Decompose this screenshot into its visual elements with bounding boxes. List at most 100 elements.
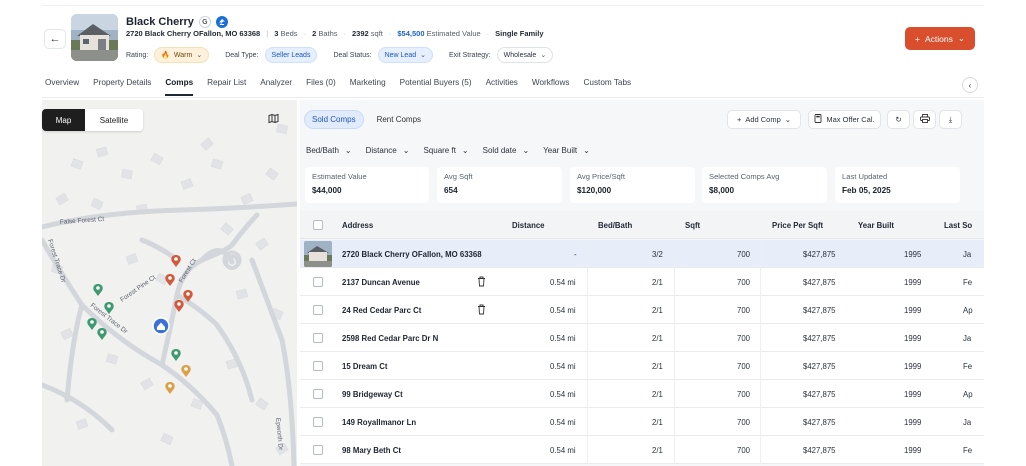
filter-bed-bath[interactable]: Bed/Bath ⌄ bbox=[306, 142, 352, 158]
table-row[interactable]: 15 Dream Ct 0.54 mi 2/1 700 $427,875 199… bbox=[300, 352, 984, 380]
title-row: Black Cherry G bbox=[126, 16, 228, 28]
calculator-icon bbox=[814, 114, 822, 125]
row-checkbox[interactable] bbox=[313, 445, 323, 455]
row-distance: - bbox=[574, 250, 577, 259]
property-title: Black Cherry bbox=[126, 16, 194, 28]
map-icon[interactable] bbox=[268, 113, 279, 127]
satellite-view-button[interactable]: Satellite bbox=[85, 109, 143, 131]
row-year-built: 1999 bbox=[904, 334, 922, 343]
top-divider bbox=[42, 5, 984, 6]
trash-icon[interactable] bbox=[477, 276, 487, 288]
row-address: 149 Royallmanor Ln bbox=[342, 418, 417, 427]
exit-strategy-select[interactable]: Wholesale ⌄ bbox=[496, 47, 554, 63]
exit-strategy-label: Exit Strategy: bbox=[449, 51, 491, 59]
table-row[interactable]: 2137 Duncan Avenue 0.54 mi 2/1 700 $427,… bbox=[300, 268, 984, 296]
table-row[interactable]: 2720 Black Cherry OFallon, MO 63368 - 3/… bbox=[300, 240, 984, 268]
row-checkbox[interactable] bbox=[313, 333, 323, 343]
trash-icon[interactable] bbox=[477, 304, 487, 316]
tab-activities[interactable]: Activities bbox=[486, 78, 518, 96]
table-row[interactable]: 98 Mary Beth Ct 0.54 mi 2/1 700 $427,875… bbox=[300, 436, 984, 464]
row-address: 24 Red Cedar Parc Ct bbox=[342, 306, 422, 315]
row-last-sold: Fe bbox=[963, 278, 973, 287]
table-row[interactable]: 99 Bridgeway Ct 0.54 mi 2/1 700 $427,875… bbox=[300, 380, 984, 408]
max-offer-button[interactable]: Max Offer Cal. bbox=[808, 110, 881, 129]
tabs-scroll-left-button[interactable]: ‹ bbox=[962, 77, 978, 93]
row-bed-bath: 2/1 bbox=[652, 334, 663, 343]
tab-overview[interactable]: Overview bbox=[45, 78, 79, 96]
tab-workflows[interactable]: Workflows bbox=[532, 78, 570, 96]
row-year-built: 1999 bbox=[904, 446, 922, 455]
deal-type-badge[interactable]: Seller Leads bbox=[264, 47, 318, 63]
row-distance: 0.54 mi bbox=[550, 446, 576, 455]
row-bed-bath: 2/1 bbox=[652, 446, 663, 455]
row-checkbox[interactable] bbox=[313, 417, 323, 427]
row-sqft: 700 bbox=[737, 446, 751, 455]
back-button[interactable]: ← bbox=[44, 29, 66, 49]
printer-icon bbox=[919, 114, 930, 125]
add-comp-button[interactable]: + Add Comp ⌄ bbox=[727, 110, 801, 129]
filter-sold-date[interactable]: Sold date ⌄ bbox=[483, 142, 530, 158]
col-last-sold[interactable]: Last So bbox=[944, 221, 972, 230]
rating-label: Rating: bbox=[126, 51, 149, 59]
tab-repair-list[interactable]: Repair List bbox=[207, 78, 246, 96]
chevron-down-icon: ⌄ bbox=[344, 145, 352, 155]
row-year-built: 1995 bbox=[904, 250, 922, 259]
table-row[interactable]: 24 Red Cedar Parc Ct 0.54 mi 2/1 700 $42… bbox=[300, 296, 984, 324]
download-button[interactable]: ⤓ bbox=[939, 110, 962, 129]
row-price-per-sqft: $427,875 bbox=[803, 278, 836, 287]
row-year-built: 1999 bbox=[904, 418, 922, 427]
print-button[interactable] bbox=[913, 110, 936, 129]
row-year-built: 1999 bbox=[904, 306, 922, 315]
row-checkbox[interactable] bbox=[313, 305, 323, 315]
row-distance: 0.54 mi bbox=[550, 418, 576, 427]
stat-avg-price-sqft: Avg Price/Sqft $120,000 bbox=[570, 167, 695, 203]
chevron-left-icon: ‹ bbox=[968, 80, 972, 90]
row-last-sold: Fe bbox=[963, 362, 973, 371]
table-row[interactable]: 149 Royallmanor Ln 0.54 mi 2/1 700 $427,… bbox=[300, 408, 984, 436]
sold-comps-tab[interactable]: Sold Comps bbox=[304, 110, 364, 129]
zillow-icon[interactable] bbox=[215, 16, 228, 28]
tab-potential-buyers[interactable]: Potential Buyers (5) bbox=[400, 78, 472, 96]
actions-button[interactable]: + Actions ⌄ bbox=[905, 27, 975, 50]
chevron-down-icon: ⌄ bbox=[196, 52, 203, 59]
row-checkbox[interactable] bbox=[313, 361, 323, 371]
tab-files[interactable]: Files (0) bbox=[306, 78, 336, 96]
refresh-button[interactable]: ↻ bbox=[887, 110, 910, 129]
google-icon[interactable]: G bbox=[198, 16, 211, 28]
col-sqft[interactable]: Sqft bbox=[685, 221, 700, 230]
filter-square-ft[interactable]: Square ft ⌄ bbox=[423, 142, 468, 158]
col-distance[interactable]: Distance bbox=[512, 221, 545, 230]
row-year-built: 1999 bbox=[904, 362, 922, 371]
tab-analyzer[interactable]: Analyzer bbox=[260, 78, 292, 96]
row-sqft: 700 bbox=[737, 250, 751, 259]
rating-select[interactable]: 🔥 Warm ⌄ bbox=[154, 47, 210, 63]
tab-property-details[interactable]: Property Details bbox=[93, 78, 151, 96]
map-view-button[interactable]: Map bbox=[42, 109, 85, 131]
row-checkbox[interactable] bbox=[313, 389, 323, 399]
rent-comps-tab[interactable]: Rent Comps bbox=[370, 110, 428, 129]
filter-distance[interactable]: Distance ⌄ bbox=[366, 142, 410, 158]
property-thumbnail bbox=[71, 14, 118, 61]
comps-map[interactable]: False Forest Ct Forest Trace Dr Forest P… bbox=[42, 100, 297, 466]
chevron-down-icon: ⌄ bbox=[583, 145, 590, 155]
col-year-built[interactable]: Year Built bbox=[858, 221, 894, 230]
stat-selected-comps-avg: Selected Comps Avg $8,000 bbox=[702, 167, 827, 203]
row-price-per-sqft: $427,875 bbox=[803, 334, 836, 343]
tab-custom-tabs[interactable]: Custom Tabs bbox=[583, 78, 631, 96]
tab-comps[interactable]: Comps bbox=[165, 78, 193, 96]
col-address[interactable]: Address bbox=[342, 221, 373, 230]
baths-info: 2 Baths bbox=[312, 29, 338, 38]
row-thumbnail bbox=[304, 241, 332, 267]
filter-year-built[interactable]: Year Built ⌄ bbox=[543, 142, 590, 158]
tab-marketing[interactable]: Marketing bbox=[350, 78, 386, 96]
col-bed-bath[interactable]: Bed/Bath bbox=[598, 221, 632, 230]
row-address: 99 Bridgeway Ct bbox=[342, 390, 403, 399]
table-row[interactable]: 2598 Red Cedar Parc Dr N 0.54 mi 2/1 700… bbox=[300, 324, 984, 352]
deal-status-select[interactable]: New Lead ⌄ bbox=[377, 47, 433, 63]
chevron-down-icon: ⌄ bbox=[461, 145, 469, 155]
select-all-checkbox[interactable] bbox=[313, 220, 323, 230]
col-price-per-sqft[interactable]: Price Per Sqft bbox=[772, 221, 823, 230]
stat-avg-sqft: Avg Sqft 654 bbox=[437, 167, 562, 203]
row-checkbox[interactable] bbox=[313, 277, 323, 287]
map-type-toggle: Map Satellite bbox=[42, 109, 143, 131]
